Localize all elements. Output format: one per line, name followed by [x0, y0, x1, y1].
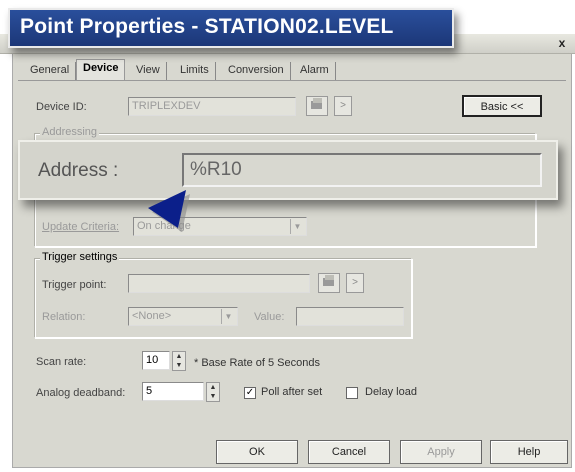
browse-icon [323, 275, 334, 286]
chevron-down-icon: ▼ [221, 309, 235, 324]
scan-rate-label: Scan rate: [36, 356, 87, 368]
arrow-right-icon: > [340, 100, 346, 111]
value-field[interactable] [296, 307, 404, 326]
browse-icon [311, 98, 322, 109]
address-callout: Address : %R10 [18, 140, 558, 200]
analog-deadband-label: Analog deadband: [36, 387, 126, 399]
help-button[interactable]: Help [490, 440, 568, 464]
tab-limits[interactable]: Limits [174, 62, 216, 80]
addressing-group-title: Addressing [40, 126, 100, 138]
apply-button[interactable]: Apply [400, 440, 482, 464]
scan-rate-spinner[interactable]: ▲ ▼ [172, 351, 186, 371]
spin-down-icon[interactable]: ▼ [173, 361, 185, 370]
relation-value: <None> [132, 310, 172, 322]
analog-deadband-spinner[interactable]: ▲ ▼ [206, 382, 220, 402]
pointer-arrow-icon [148, 190, 190, 232]
analog-deadband-field[interactable]: 5 [142, 382, 204, 401]
chevron-down-icon: ▼ [290, 219, 304, 234]
update-criteria-label: Update Criteria: [42, 221, 120, 233]
poll-after-set-checkbox[interactable]: ✓ [244, 387, 256, 399]
tab-general[interactable]: General [24, 62, 77, 80]
arrow-right-icon: > [352, 277, 358, 288]
delay-load-checkbox[interactable] [346, 387, 358, 399]
scan-rate-field[interactable]: 10 [142, 351, 170, 370]
trigger-settings-group [34, 258, 412, 338]
spin-up-icon[interactable]: ▲ [173, 352, 185, 361]
delay-load-label: Delay load [365, 386, 417, 398]
relation-select[interactable]: <None> ▼ [128, 307, 238, 326]
relation-label: Relation: [42, 311, 86, 323]
trigger-point-label: Trigger point: [42, 279, 107, 291]
tab-device[interactable]: Device [76, 59, 126, 81]
poll-after-set-label: Poll after set [261, 386, 323, 398]
tab-divider [18, 80, 566, 81]
spin-up-icon[interactable]: ▲ [207, 383, 219, 392]
tab-view[interactable]: View [130, 62, 167, 80]
ok-button[interactable]: OK [216, 440, 298, 464]
scan-rate-note: * Base Rate of 5 Seconds [194, 357, 320, 369]
close-button[interactable]: x [555, 36, 569, 50]
spin-down-icon[interactable]: ▼ [207, 392, 219, 401]
device-id-label: Device ID: [36, 101, 87, 113]
trigger-settings-title: Trigger settings [40, 251, 120, 263]
basic-button[interactable]: Basic << [462, 95, 542, 117]
tab-alarm[interactable]: Alarm [294, 62, 336, 80]
address-label: Address : [38, 160, 119, 181]
device-browse-button[interactable] [306, 96, 328, 116]
trigger-point-field[interactable] [128, 274, 310, 293]
device-id-field[interactable]: TRIPLEXDEV [128, 97, 296, 116]
tab-conversion[interactable]: Conversion [222, 62, 291, 80]
device-arrow-button[interactable]: > [334, 96, 352, 116]
cancel-button[interactable]: Cancel [308, 440, 390, 464]
address-field[interactable]: %R10 [182, 153, 542, 187]
trigger-arrow-button[interactable]: > [346, 273, 364, 293]
value-label: Value: [254, 311, 285, 323]
window-title: Point Properties - STATION02.LEVEL [8, 8, 454, 48]
trigger-browse-button[interactable] [318, 273, 340, 293]
